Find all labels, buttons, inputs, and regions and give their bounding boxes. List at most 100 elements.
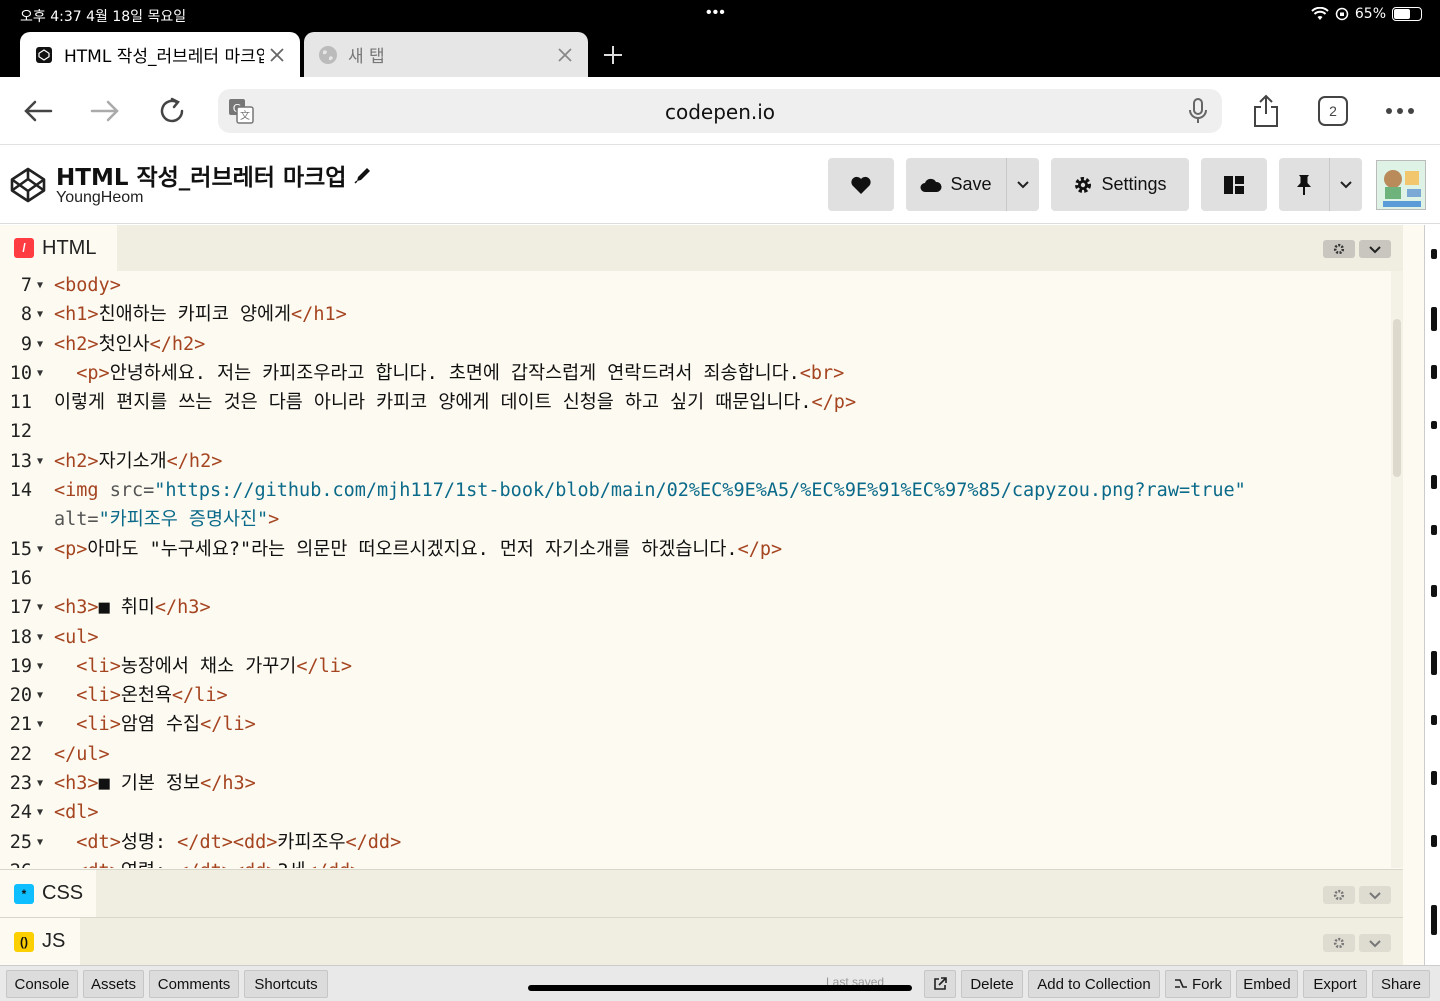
layout-button[interactable] <box>1201 158 1267 211</box>
code-line[interactable]: 15 ▼ <p>아마도 "누구세요?"라는 의문만 떠오르시겠지요. 먼저 자기소개… <box>0 535 1391 564</box>
heart-icon <box>851 176 871 194</box>
edit-pencil-icon[interactable] <box>354 166 372 184</box>
fork-button[interactable]: Fork <box>1165 970 1231 998</box>
js-settings-gear-icon[interactable] <box>1323 934 1355 952</box>
new-tab-plus-icon[interactable] <box>596 40 630 70</box>
fold-arrow-icon[interactable]: ▼ <box>37 798 43 827</box>
love-button[interactable] <box>828 158 894 211</box>
fold-arrow-icon[interactable]: ▼ <box>37 710 43 739</box>
close-tab-icon[interactable] <box>264 42 290 68</box>
css-panel-label: CSS <box>42 882 84 904</box>
fold-arrow-icon[interactable]: ▼ <box>37 300 43 329</box>
html-collapse-chevron-icon[interactable] <box>1359 240 1391 258</box>
code-line[interactable]: 10 ▼ <p>안녕하세요. 저는 카피조우라고 합니다. 초면에 갑작스럽게 연… <box>0 359 1391 388</box>
save-button[interactable]: Save <box>906 158 1006 211</box>
address-bar[interactable]: G文 codepen.io <box>218 89 1222 133</box>
fold-arrow-icon[interactable]: ▼ <box>37 769 43 798</box>
js-panel-tab[interactable]: () JS <box>0 918 80 965</box>
css-expand-chevron-icon[interactable] <box>1359 886 1391 904</box>
fold-arrow-icon[interactable]: ▼ <box>37 623 43 652</box>
line-number: 12 <box>9 421 32 443</box>
close-tab-icon[interactable] <box>552 42 578 68</box>
chevron-down-icon <box>1017 180 1029 188</box>
fold-arrow-icon[interactable]: ▼ <box>37 652 43 681</box>
forward-arrow-icon[interactable] <box>85 91 125 131</box>
fold-arrow-icon[interactable]: ▼ <box>37 271 43 300</box>
code-line[interactable]: 19 ▼ <li>농장에서 채소 가꾸기</li> <box>0 652 1391 681</box>
multitask-dots-icon[interactable]: ••• <box>706 4 726 22</box>
code-line[interactable]: 24 ▼ <dl> <box>0 798 1391 827</box>
add-to-collection-button[interactable]: Add to Collection <box>1028 970 1160 998</box>
home-indicator[interactable] <box>528 985 912 991</box>
css-panel-header: * CSS <box>0 869 1403 917</box>
save-label: Save <box>950 174 992 194</box>
tab-inactive[interactable]: 새 탭 <box>304 32 588 77</box>
code-line[interactable]: 17 ▼ <h3>■ 취미</h3> <box>0 593 1391 622</box>
avatar[interactable] <box>1376 160 1426 210</box>
fold-arrow-icon[interactable]: ▼ <box>37 857 43 868</box>
scrollbar-thumb[interactable] <box>1393 319 1401 477</box>
code-line[interactable]: 14 <img src="https://github.com/mjh117/1s… <box>0 476 1391 505</box>
code-line[interactable]: 7 ▼ <body> <box>0 271 1391 300</box>
code-line[interactable]: 20 ▼ <li>온천욕</li> <box>0 681 1391 710</box>
assets-button[interactable]: Assets <box>83 970 144 998</box>
code-line[interactable]: 8 ▼ <h1>친애하는 카피코 양에게</h1> <box>0 300 1391 329</box>
open-external-button[interactable] <box>924 970 956 998</box>
codepen-logo-icon[interactable] <box>9 166 47 204</box>
fold-arrow-icon[interactable]: ▼ <box>37 593 43 622</box>
css-settings-gear-icon[interactable] <box>1323 886 1355 904</box>
settings-button[interactable]: Settings <box>1051 158 1189 211</box>
pin-button[interactable] <box>1279 158 1329 211</box>
code-line[interactable]: 23 ▼ <h3>■ 기본 정보</h3> <box>0 769 1391 798</box>
pin-options-button[interactable] <box>1329 158 1362 211</box>
shortcuts-button[interactable]: Shortcuts <box>244 970 328 998</box>
code-line[interactable]: 21 ▼ <li>암염 수집</li> <box>0 710 1391 739</box>
css-panel-tab[interactable]: * CSS <box>0 870 96 917</box>
status-time-date: 오후 4:37 4월 18일 목요일 <box>20 9 187 25</box>
console-button[interactable]: Console <box>6 970 78 998</box>
html-code-editor[interactable]: 7 ▼ <body> 8 ▼ <h1>친애하는 카피코 양에게</h1> 9 ▼ <h2>첫인사… <box>0 271 1391 868</box>
embed-button[interactable]: Embed <box>1236 970 1298 998</box>
microphone-icon[interactable] <box>1188 98 1208 124</box>
fold-arrow-icon[interactable]: ▼ <box>37 681 43 710</box>
code-line[interactable]: 26 ▼ <dt>연령: </dt><dd>3세</dd> <box>0 857 1391 868</box>
code-line[interactable]: 9 ▼ <h2>첫인사</h2> <box>0 330 1391 359</box>
export-button[interactable]: Export <box>1303 970 1367 998</box>
preview-pane-edge[interactable] <box>1424 225 1440 965</box>
code-line[interactable]: 16 <box>0 564 1391 593</box>
back-arrow-icon[interactable] <box>18 91 58 131</box>
comments-button[interactable]: Comments <box>149 970 239 998</box>
html-panel-tab[interactable]: / HTML <box>0 225 117 271</box>
code-scrollbar[interactable] <box>1391 271 1403 868</box>
code-line[interactable]: 11 이렇게 편지를 쓰는 것은 다름 아니라 카피코 양에게 데이트 신청을 하… <box>0 388 1391 417</box>
fold-arrow-icon[interactable]: ▼ <box>37 535 43 564</box>
tab-active[interactable]: HTML 작성_러브레터 마크업 <box>20 32 300 77</box>
share-icon[interactable] <box>1246 91 1286 131</box>
pen-owner[interactable]: YoungHeom <box>56 189 143 207</box>
settings-label: Settings <box>1101 174 1167 194</box>
fold-arrow-icon[interactable]: ▼ <box>37 447 43 476</box>
codepen-favicon-icon <box>34 45 54 65</box>
fold-arrow-icon[interactable]: ▼ <box>37 828 43 857</box>
tab-count-button[interactable]: 2 <box>1313 91 1353 131</box>
code-line[interactable]: alt="카피조우 증명사진"> <box>0 505 1391 534</box>
code-line[interactable]: 18 ▼ <ul> <box>0 623 1391 652</box>
save-options-button[interactable] <box>1006 158 1039 211</box>
fork-icon <box>1175 979 1187 988</box>
code-line[interactable]: 12 <box>0 417 1391 446</box>
fold-arrow-icon[interactable]: ▼ <box>37 330 43 359</box>
fold-arrow-icon[interactable]: ▼ <box>37 359 43 388</box>
code-line[interactable]: 13 ▼ <h2>자기소개</h2> <box>0 447 1391 476</box>
share-button[interactable]: Share <box>1372 970 1430 998</box>
line-number: 13 <box>9 450 32 472</box>
url-text: codepen.io <box>664 100 776 124</box>
html-settings-gear-icon[interactable] <box>1323 240 1355 258</box>
more-options-icon[interactable] <box>1380 91 1420 131</box>
code-line[interactable]: 22 </ul> <box>0 740 1391 769</box>
line-number: 14 <box>9 480 32 502</box>
code-line[interactable]: 25 ▼ <dt>성명: </dt><dd>카피조우</dd> <box>0 828 1391 857</box>
reload-icon[interactable] <box>152 91 192 131</box>
pen-title[interactable]: HTML 작성_러브레터 마크업 <box>56 158 372 192</box>
js-expand-chevron-icon[interactable] <box>1359 934 1391 952</box>
delete-button[interactable]: Delete <box>961 970 1023 998</box>
